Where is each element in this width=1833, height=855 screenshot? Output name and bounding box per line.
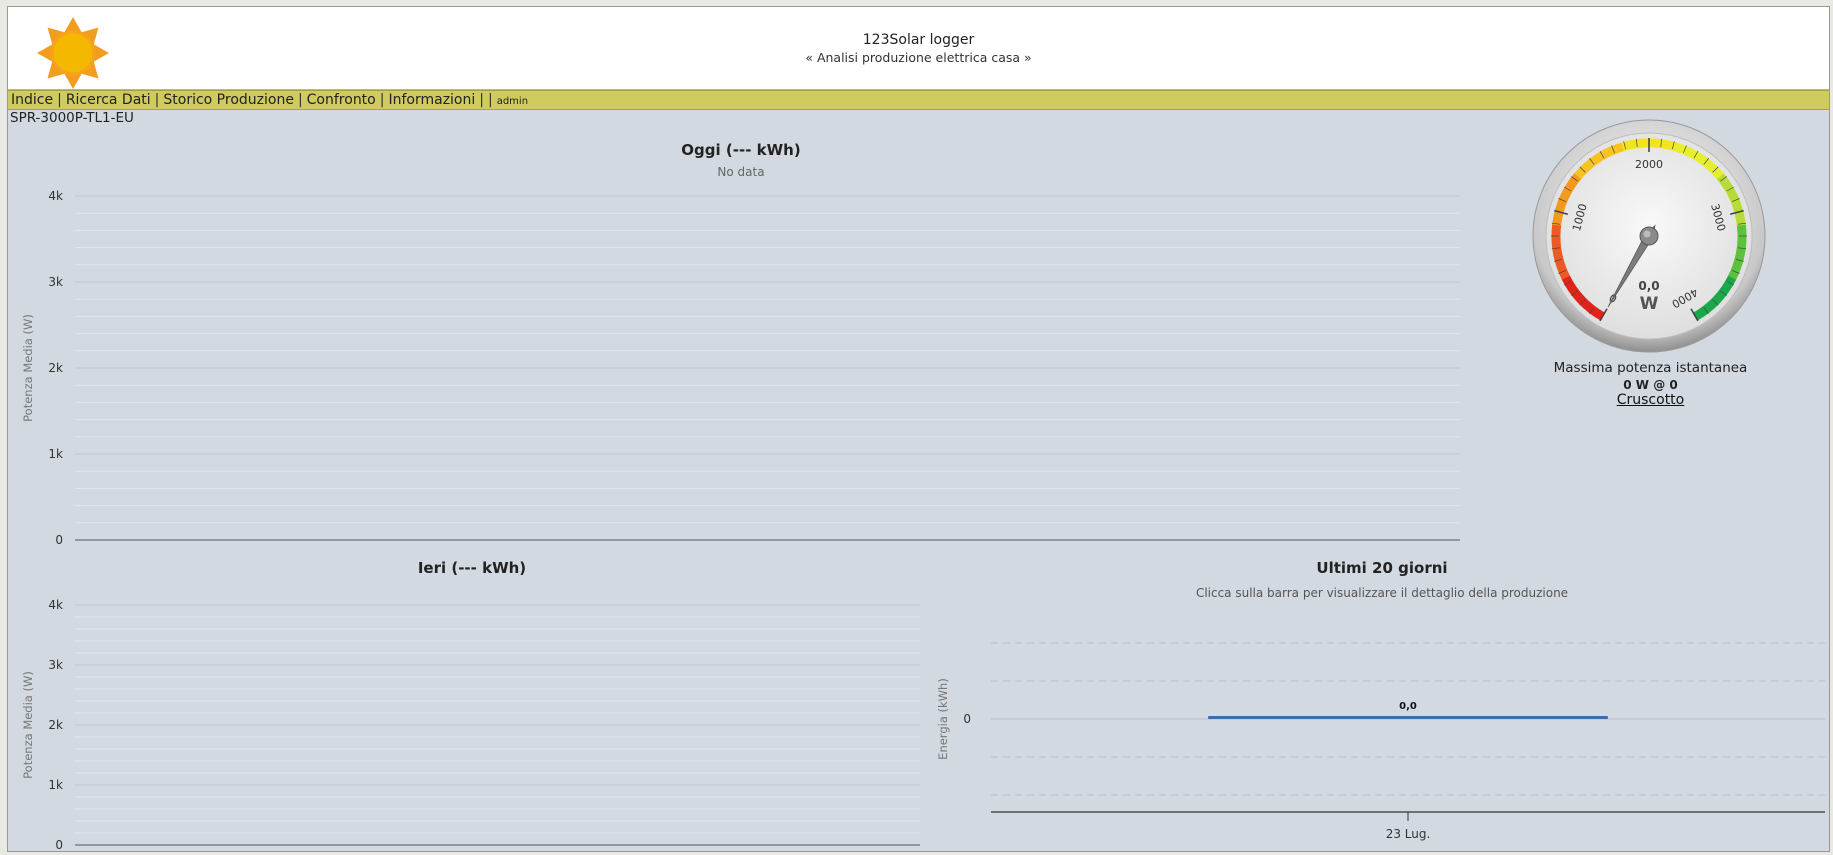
chart-title: Ultimi 20 giorni — [1316, 559, 1447, 577]
page-frame: 123Solar logger « Analisi produzione ele… — [7, 6, 1830, 852]
gauge-hub-highlight — [1643, 230, 1651, 238]
y-axis-label: Energia (kWh) — [936, 678, 950, 760]
gauge-info-value: 0 W @ 0 — [1623, 378, 1678, 392]
y-tick-label: 0 — [55, 533, 63, 547]
chart-last-20-days: 0 Ultimi 20 giorni Clicca sulla barra per … — [933, 559, 1831, 853]
app-title: 123Solar logger — [862, 32, 975, 48]
nav-item-ricerca-dati[interactable]: Ricerca Dati — [66, 92, 151, 108]
chart-today: 0 1k 2k 3k 4k Oggi (--- kWh) No data Potenza Me… — [8, 125, 1473, 555]
chart-title: Oggi (--- kWh) — [681, 141, 800, 159]
x-tick-label: 23 Lug. — [1386, 827, 1431, 841]
header: 123Solar logger « Analisi produzione ele… — [8, 7, 1829, 90]
y-tick-label: 2k — [48, 361, 63, 375]
nav-item-informazioni[interactable]: Informazioni — [388, 92, 475, 108]
nav-item-storico-produzione[interactable]: Storico Produzione — [163, 92, 294, 108]
device-name: SPR-3000P-TL1-EU — [10, 110, 134, 126]
power-gauge: 010002000300040000,0W — [1532, 119, 1766, 353]
chart-yesterday: 0 1k 2k 3k 4k Ieri (--- kWh) Potenza Media (W) — [8, 559, 928, 853]
chart-subtitle: No data — [717, 165, 764, 179]
bar-data-label: 0,0 — [1399, 701, 1417, 712]
nav-item-confronto[interactable]: Confronto — [307, 92, 376, 108]
chart-last20-svg: 0 Ultimi 20 giorni Clicca sulla barra per … — [936, 559, 1825, 841]
nav-separator: | — [487, 92, 493, 108]
bar-day[interactable] — [1208, 716, 1608, 719]
y-axis-label: Potenza Media (W) — [21, 671, 35, 779]
gauge-tick-label: 2000 — [1635, 158, 1663, 171]
chart-title: Ieri (--- kWh) — [418, 559, 526, 577]
main-nav: Indice | Ricerca Dati | Storico Produzione | C… — [8, 90, 1829, 110]
y-tick-label: 4k — [48, 189, 63, 203]
nav-item-indice[interactable]: Indice — [11, 92, 53, 108]
nav-separator: | — [154, 92, 160, 108]
y-tick-label: 0 — [963, 712, 971, 726]
y-tick-label: 3k — [48, 658, 63, 672]
gauge-unit: W — [1640, 294, 1659, 314]
chart-today-svg: 0 1k 2k 3k 4k Oggi (--- kWh) No data Potenza Me… — [21, 141, 1460, 547]
y-tick-label: 3k — [48, 275, 63, 289]
y-tick-label: 0 — [55, 838, 63, 852]
y-tick-label: 2k — [48, 718, 63, 732]
nav-item-admin[interactable]: admin — [497, 96, 528, 107]
y-axis-label: Potenza Media (W) — [21, 314, 35, 422]
gauge-info-title: Massima potenza istantanea — [1553, 360, 1748, 376]
nav-separator: | — [297, 92, 303, 108]
nav-separator: | — [479, 92, 484, 108]
y-tick-label: 1k — [48, 447, 63, 461]
y-tick-label: 1k — [48, 778, 63, 792]
chart-yesterday-svg: 0 1k 2k 3k 4k Ieri (--- kWh) Potenza Media (W) — [21, 559, 920, 852]
app-subtitle: « Analisi produzione elettrica casa » — [805, 50, 1032, 65]
gauge-info: Massima potenza istantanea 0 W @ 0 Crusc… — [1548, 360, 1753, 408]
dashboard-link[interactable]: Cruscotto — [1617, 392, 1685, 408]
nav-separator: | — [379, 92, 385, 108]
chart-subtitle: Clicca sulla barra per visualizzare il d… — [1196, 586, 1568, 600]
gauge-value: 0,0 — [1638, 279, 1659, 293]
y-tick-label: 4k — [48, 598, 63, 612]
nav-separator: | — [57, 92, 62, 108]
